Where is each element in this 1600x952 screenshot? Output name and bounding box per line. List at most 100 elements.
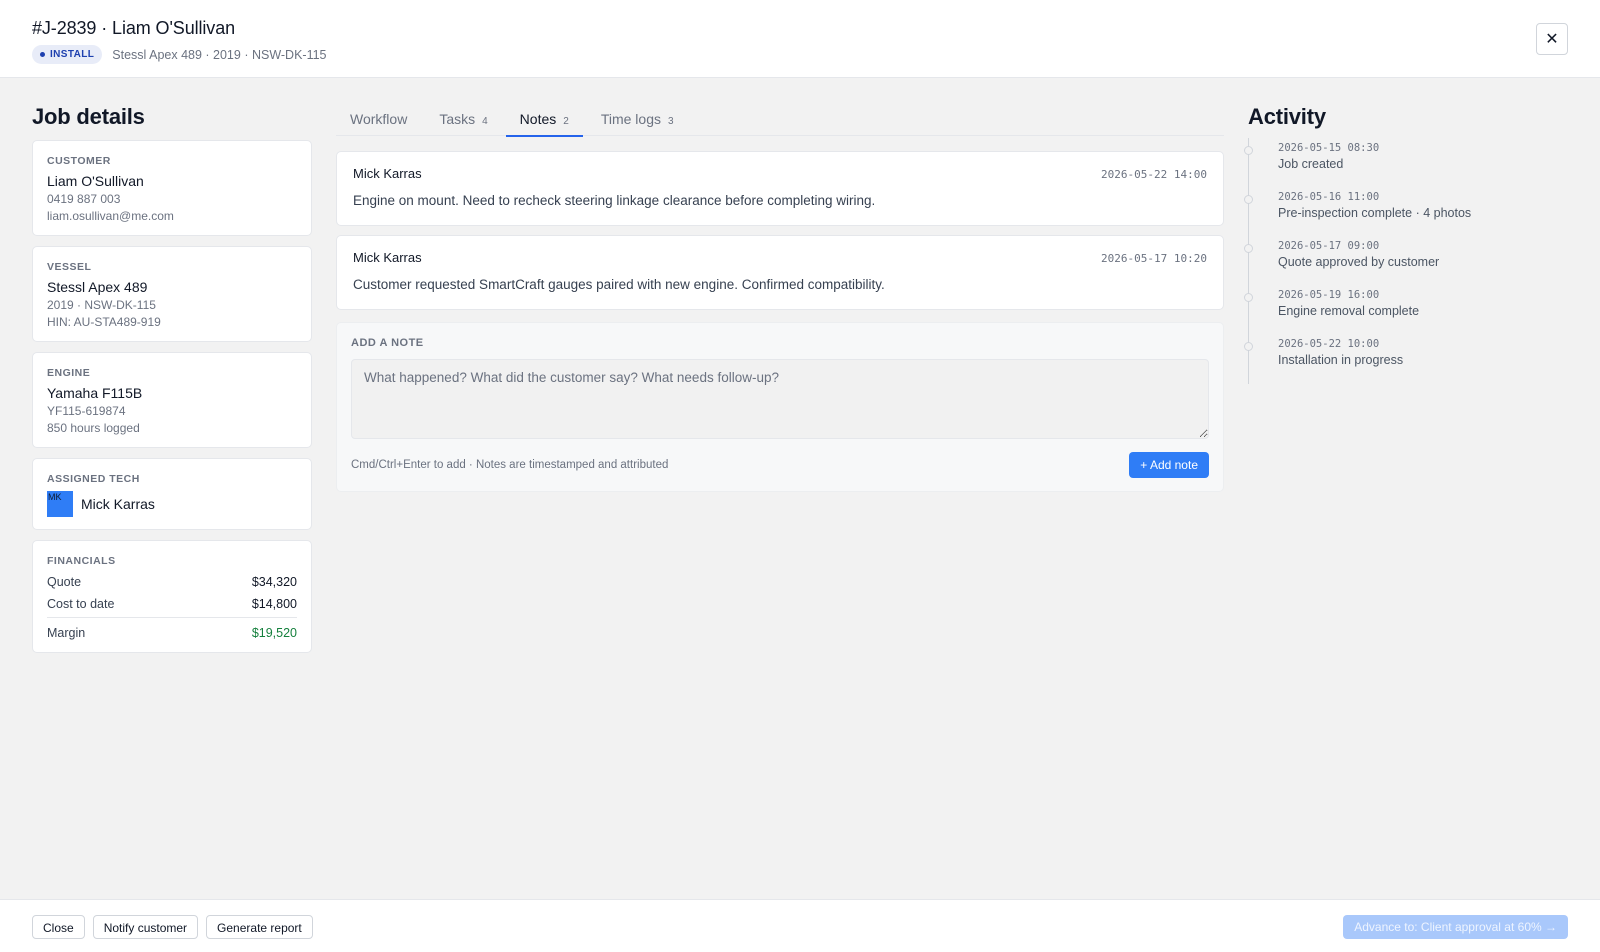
activity-item: 2026-05-16 11:00 Pre-inspection complete… (1244, 187, 1568, 236)
activity-text: Installation in progress (1278, 353, 1404, 367)
cost-label: Cost to date (47, 597, 115, 611)
activity-item: 2026-05-22 10:00 Installation in progres… (1244, 334, 1568, 383)
tab-label: Time logs (600, 111, 661, 127)
assigned-tech-card: ASSIGNED TECH MK Mick Karras (32, 458, 312, 530)
tab-count: 4 (482, 116, 488, 127)
note-body: Customer requested SmartCraft gauges pai… (353, 277, 885, 292)
margin-row: Margin $19,520 (47, 617, 297, 640)
engine-name: Yamaha F115B (47, 385, 143, 401)
timeline-dot-icon (1244, 146, 1253, 155)
note-header: Mick Karras 2026-05-22 14:00 (353, 166, 1207, 181)
avatar: MK (47, 491, 73, 517)
activity-item: 2026-05-19 16:00 Engine removal complete (1244, 285, 1568, 334)
quote-row: Quote $34,320 (47, 575, 297, 589)
financials-card: FINANCIALS Quote $34,320 Cost to date $1… (32, 540, 312, 653)
tab-label: Tasks (439, 111, 476, 127)
notify-customer-button[interactable]: Notify customer (92, 915, 199, 939)
activity-time: 2026-05-17 09:00 (1278, 240, 1380, 252)
engine-hours: 850 hours logged (47, 421, 140, 435)
activity-time: 2026-05-16 11:00 (1278, 191, 1380, 203)
add-note-hint: Cmd/Ctrl+Enter to add · Notes are timest… (351, 459, 669, 471)
engine-card: ENGINE Yamaha F115B YF115-619874 850 hou… (32, 352, 312, 448)
job-header: #J-2839 · Liam O'Sullivan INSTALL Stessl… (0, 0, 1600, 78)
advance-stage-button[interactable]: Advance to: Client approval at 60% → (1343, 915, 1568, 939)
job-vessel-meta: Stessl Apex 489 · 2019 · NSW-DK-115 (112, 47, 327, 62)
customer-name: Liam O'Sullivan (47, 173, 144, 189)
job-type-label: INSTALL (50, 49, 95, 60)
tech-row: MK Mick Karras (47, 491, 297, 517)
quote-value: $34,320 (251, 575, 297, 589)
vessel-card: VESSEL Stessl Apex 489 2019 · NSW-DK-115… (32, 246, 312, 342)
activity-text: Engine removal complete (1278, 304, 1420, 318)
modal-footer: Close Notify customer Generate report Ad… (0, 899, 1600, 952)
footer-actions: Close Notify customer Generate report (32, 915, 313, 952)
vessel-label: VESSEL (47, 261, 92, 273)
add-note-label: ADD A NOTE (351, 337, 424, 349)
note-author: Mick Karras (353, 166, 422, 181)
engine-label: ENGINE (47, 367, 91, 379)
activity-time: 2026-05-15 08:30 (1278, 142, 1380, 154)
tab-count: 2 (563, 116, 569, 127)
activity-text: Job created (1278, 157, 1344, 171)
job-subheader: INSTALL Stessl Apex 489 · 2019 · NSW-DK-… (32, 45, 1568, 64)
timeline-dot-icon (1244, 342, 1253, 351)
note-item: Mick Karras 2026-05-22 14:00 Engine on m… (336, 151, 1224, 226)
margin-value: $19,520 (251, 626, 297, 640)
add-note-button[interactable]: + Add note (1129, 452, 1209, 478)
timeline-dot-icon (1244, 244, 1253, 253)
job-details-panel: Job details CUSTOMER Liam O'Sullivan 041… (32, 104, 312, 653)
job-title: #J-2839 · Liam O'Sullivan (32, 18, 236, 38)
badge-dot-icon (40, 52, 45, 57)
tab-label: Workflow (350, 111, 408, 127)
tab-label: Notes (519, 111, 557, 127)
activity-item: 2026-05-17 09:00 Quote approved by custo… (1244, 236, 1568, 285)
quote-label: Quote (47, 575, 82, 589)
close-modal-button[interactable]: ✕ (1536, 23, 1568, 55)
financials-label: FINANCIALS (47, 555, 116, 567)
cost-row: Cost to date $14,800 (47, 597, 297, 611)
cost-value: $14,800 (251, 597, 297, 611)
job-details-title: Job details (32, 104, 145, 129)
note-timestamp: 2026-05-22 14:00 (1101, 168, 1207, 181)
note-body: Engine on mount. Need to recheck steerin… (353, 193, 876, 208)
activity-time: 2026-05-19 16:00 (1278, 289, 1380, 301)
timeline-dot-icon (1244, 195, 1253, 204)
note-author: Mick Karras (353, 250, 422, 265)
activity-item: 2026-05-15 08:30 Job created (1244, 138, 1568, 187)
customer-label: CUSTOMER (47, 155, 111, 167)
activity-title: Activity (1248, 104, 1326, 129)
vessel-hin: HIN: AU-STA489-919 (47, 315, 161, 329)
generate-report-button[interactable]: Generate report (206, 915, 313, 939)
tab-notes[interactable]: Notes 2 (505, 104, 583, 137)
note-timestamp: 2026-05-17 10:20 (1101, 252, 1207, 265)
engine-serial: YF115-619874 (47, 404, 126, 418)
tab-tasks[interactable]: Tasks 4 (425, 104, 501, 136)
timeline-dot-icon (1244, 293, 1253, 302)
tab-workflow[interactable]: Workflow (336, 104, 421, 136)
activity-panel: Activity 2026-05-15 08:30 Job created 20… (1244, 104, 1568, 384)
job-type-badge: INSTALL (32, 45, 103, 64)
close-button[interactable]: Close (32, 915, 85, 939)
tech-name: Mick Karras (81, 496, 155, 512)
job-main-panel: Workflow Tasks 4 Notes 2 Time logs 3 Mick K… (336, 104, 1224, 492)
add-note-footer: Cmd/Ctrl+Enter to add · Notes are timest… (351, 452, 1209, 478)
activity-time: 2026-05-22 10:00 (1278, 338, 1380, 350)
customer-email: liam.osullivan@me.com (47, 209, 174, 223)
note-item: Mick Karras 2026-05-17 10:20 Customer re… (336, 235, 1224, 310)
tab-count: 3 (667, 116, 674, 127)
job-tabs: Workflow Tasks 4 Notes 2 Time logs 3 (336, 104, 1224, 137)
vessel-name: Stessl Apex 489 (47, 279, 148, 295)
margin-label: Margin (47, 626, 86, 640)
vessel-detail: 2019 · NSW-DK-115 (47, 298, 156, 312)
tab-time-logs[interactable]: Time logs 3 (587, 104, 688, 136)
note-header: Mick Karras 2026-05-17 10:20 (353, 250, 1207, 265)
add-note-panel: ADD A NOTE Cmd/Ctrl+Enter to add · Notes… (336, 322, 1224, 492)
assigned-tech-label: ASSIGNED TECH (47, 473, 140, 485)
activity-text: Quote approved by customer (1278, 255, 1440, 269)
note-input[interactable] (351, 359, 1209, 439)
customer-card: CUSTOMER Liam O'Sullivan 0419 887 003 li… (32, 140, 312, 236)
activity-text: Pre-inspection complete · 4 photos (1278, 206, 1472, 220)
customer-phone: 0419 887 003 (47, 192, 121, 206)
close-icon: ✕ (1545, 31, 1559, 48)
activity-timeline: 2026-05-15 08:30 Job created 2026-05-16 … (1244, 138, 1568, 384)
